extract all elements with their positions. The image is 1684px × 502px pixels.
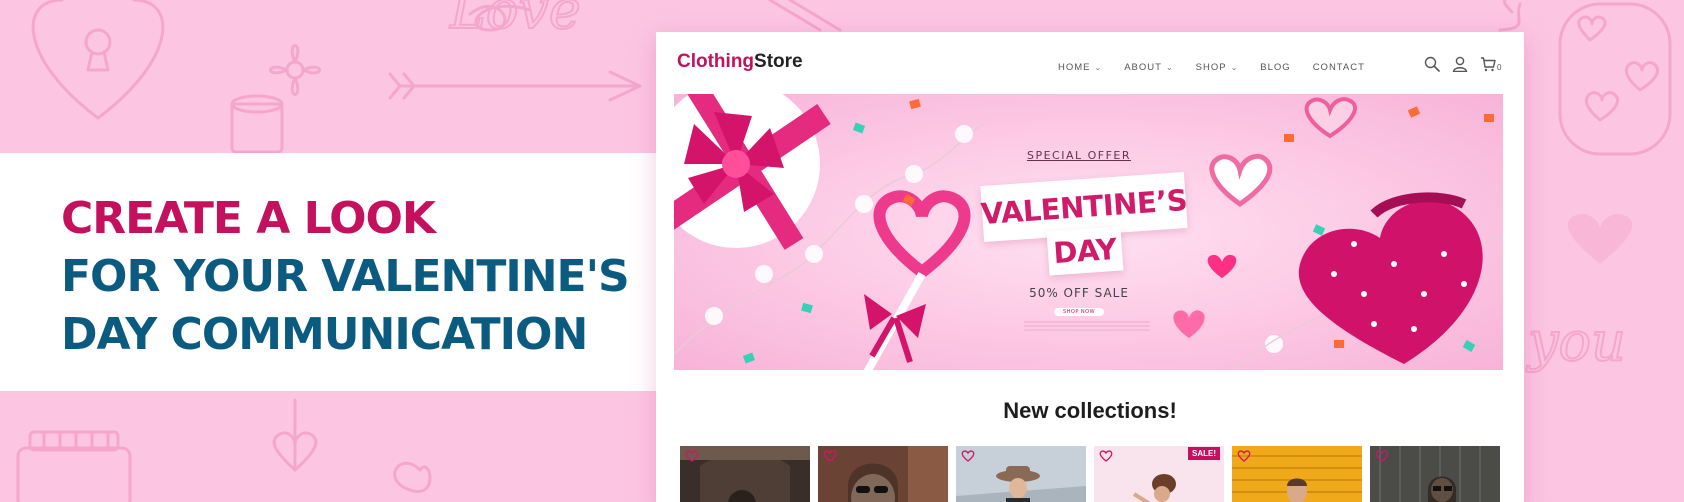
site-header: ClothingStore HOME ⌄ ABOUT ⌄ SHOP ⌄ BLOG… bbox=[656, 32, 1524, 94]
header-icons: 0 bbox=[1424, 56, 1501, 72]
heart-icon[interactable] bbox=[961, 450, 975, 462]
svg-text:Love: Love bbox=[449, 0, 581, 41]
cart-count: 0 bbox=[1497, 63, 1502, 72]
product-card[interactable] bbox=[680, 446, 810, 502]
search-icon[interactable] bbox=[1424, 56, 1440, 72]
product-image bbox=[1370, 446, 1500, 502]
headline-line-1: Create a look bbox=[61, 193, 436, 244]
site-logo[interactable]: ClothingStore bbox=[677, 51, 803, 73]
cart-icon bbox=[1481, 57, 1496, 72]
heart-gift-box bbox=[1298, 200, 1483, 364]
nav-about-label: ABOUT bbox=[1124, 62, 1162, 73]
title-card-2: DAY bbox=[1046, 226, 1124, 276]
headline-line-2: for your Valentine's bbox=[61, 251, 630, 302]
chevron-down-icon: ⌄ bbox=[1165, 63, 1174, 72]
heart-icon[interactable] bbox=[1375, 450, 1389, 462]
heart-lock-doodle bbox=[31, 0, 165, 120]
hero-title-line-1: VALENTINE’S bbox=[979, 182, 1189, 232]
shop-now-button[interactable]: SHOP NOW bbox=[1054, 308, 1104, 316]
nav-blog[interactable]: BLOG bbox=[1260, 62, 1290, 73]
product-image bbox=[1232, 446, 1362, 502]
heart-cookie bbox=[1209, 153, 1273, 208]
nav-contact[interactable]: CONTACT bbox=[1313, 62, 1365, 73]
collections-title: New collections! bbox=[1003, 398, 1177, 423]
product-image bbox=[680, 446, 810, 502]
nav-contact-label: CONTACT bbox=[1312, 62, 1365, 73]
product-card[interactable] bbox=[956, 446, 1086, 502]
arrow-doodle bbox=[388, 70, 642, 102]
logo-part-store: Store bbox=[754, 51, 803, 72]
heart-icon[interactable] bbox=[823, 450, 837, 462]
logo-part-clothing: Clothing bbox=[677, 51, 755, 72]
nav-about[interactable]: ABOUT ⌄ bbox=[1124, 62, 1173, 73]
product-card[interactable] bbox=[818, 446, 948, 502]
product-image bbox=[956, 446, 1086, 502]
nav-home[interactable]: HOME ⌄ bbox=[1058, 62, 1102, 73]
main-nav: HOME ⌄ ABOUT ⌄ SHOP ⌄ BLOG CONTACT bbox=[1058, 62, 1365, 73]
svg-text:you: you bbox=[1526, 310, 1626, 373]
product-card[interactable] bbox=[1232, 446, 1362, 502]
website-mockup: ClothingStore HOME ⌄ ABOUT ⌄ SHOP ⌄ BLOG… bbox=[656, 32, 1524, 502]
cart-button[interactable]: 0 bbox=[1480, 56, 1501, 72]
product-image bbox=[818, 446, 948, 502]
sale-text: 50% OFF SALE bbox=[1029, 286, 1129, 300]
chevron-down-icon: ⌄ bbox=[1230, 63, 1239, 72]
product-grid: SALE! bbox=[680, 446, 1500, 502]
nav-shop[interactable]: SHOP ⌄ bbox=[1196, 62, 1239, 73]
heart-icon[interactable] bbox=[1237, 450, 1251, 462]
heart-icon[interactable] bbox=[685, 450, 699, 462]
headline: Create a look for your Valentine's day c… bbox=[61, 190, 630, 364]
user-icon[interactable] bbox=[1452, 56, 1468, 72]
hero-title-line-2: DAY bbox=[1052, 231, 1118, 271]
hero-banner[interactable]: SPECIAL OFFER VALENTINE’S DAY 50% OFF SA… bbox=[674, 94, 1503, 370]
sale-badge: SALE! bbox=[1188, 447, 1220, 460]
nav-blog-label: BLOG bbox=[1260, 62, 1291, 73]
special-offer-label: SPECIAL OFFER bbox=[1026, 149, 1132, 162]
headline-line-3: day communication bbox=[61, 309, 588, 360]
chevron-down-icon: ⌄ bbox=[1094, 63, 1103, 72]
heart-icon[interactable] bbox=[1099, 450, 1113, 462]
product-card[interactable] bbox=[1370, 446, 1500, 502]
product-card[interactable]: SALE! bbox=[1094, 446, 1224, 502]
heart-lollipop bbox=[873, 190, 971, 280]
nav-home-label: HOME bbox=[1058, 62, 1091, 73]
nav-shop-label: SHOP bbox=[1195, 62, 1227, 73]
